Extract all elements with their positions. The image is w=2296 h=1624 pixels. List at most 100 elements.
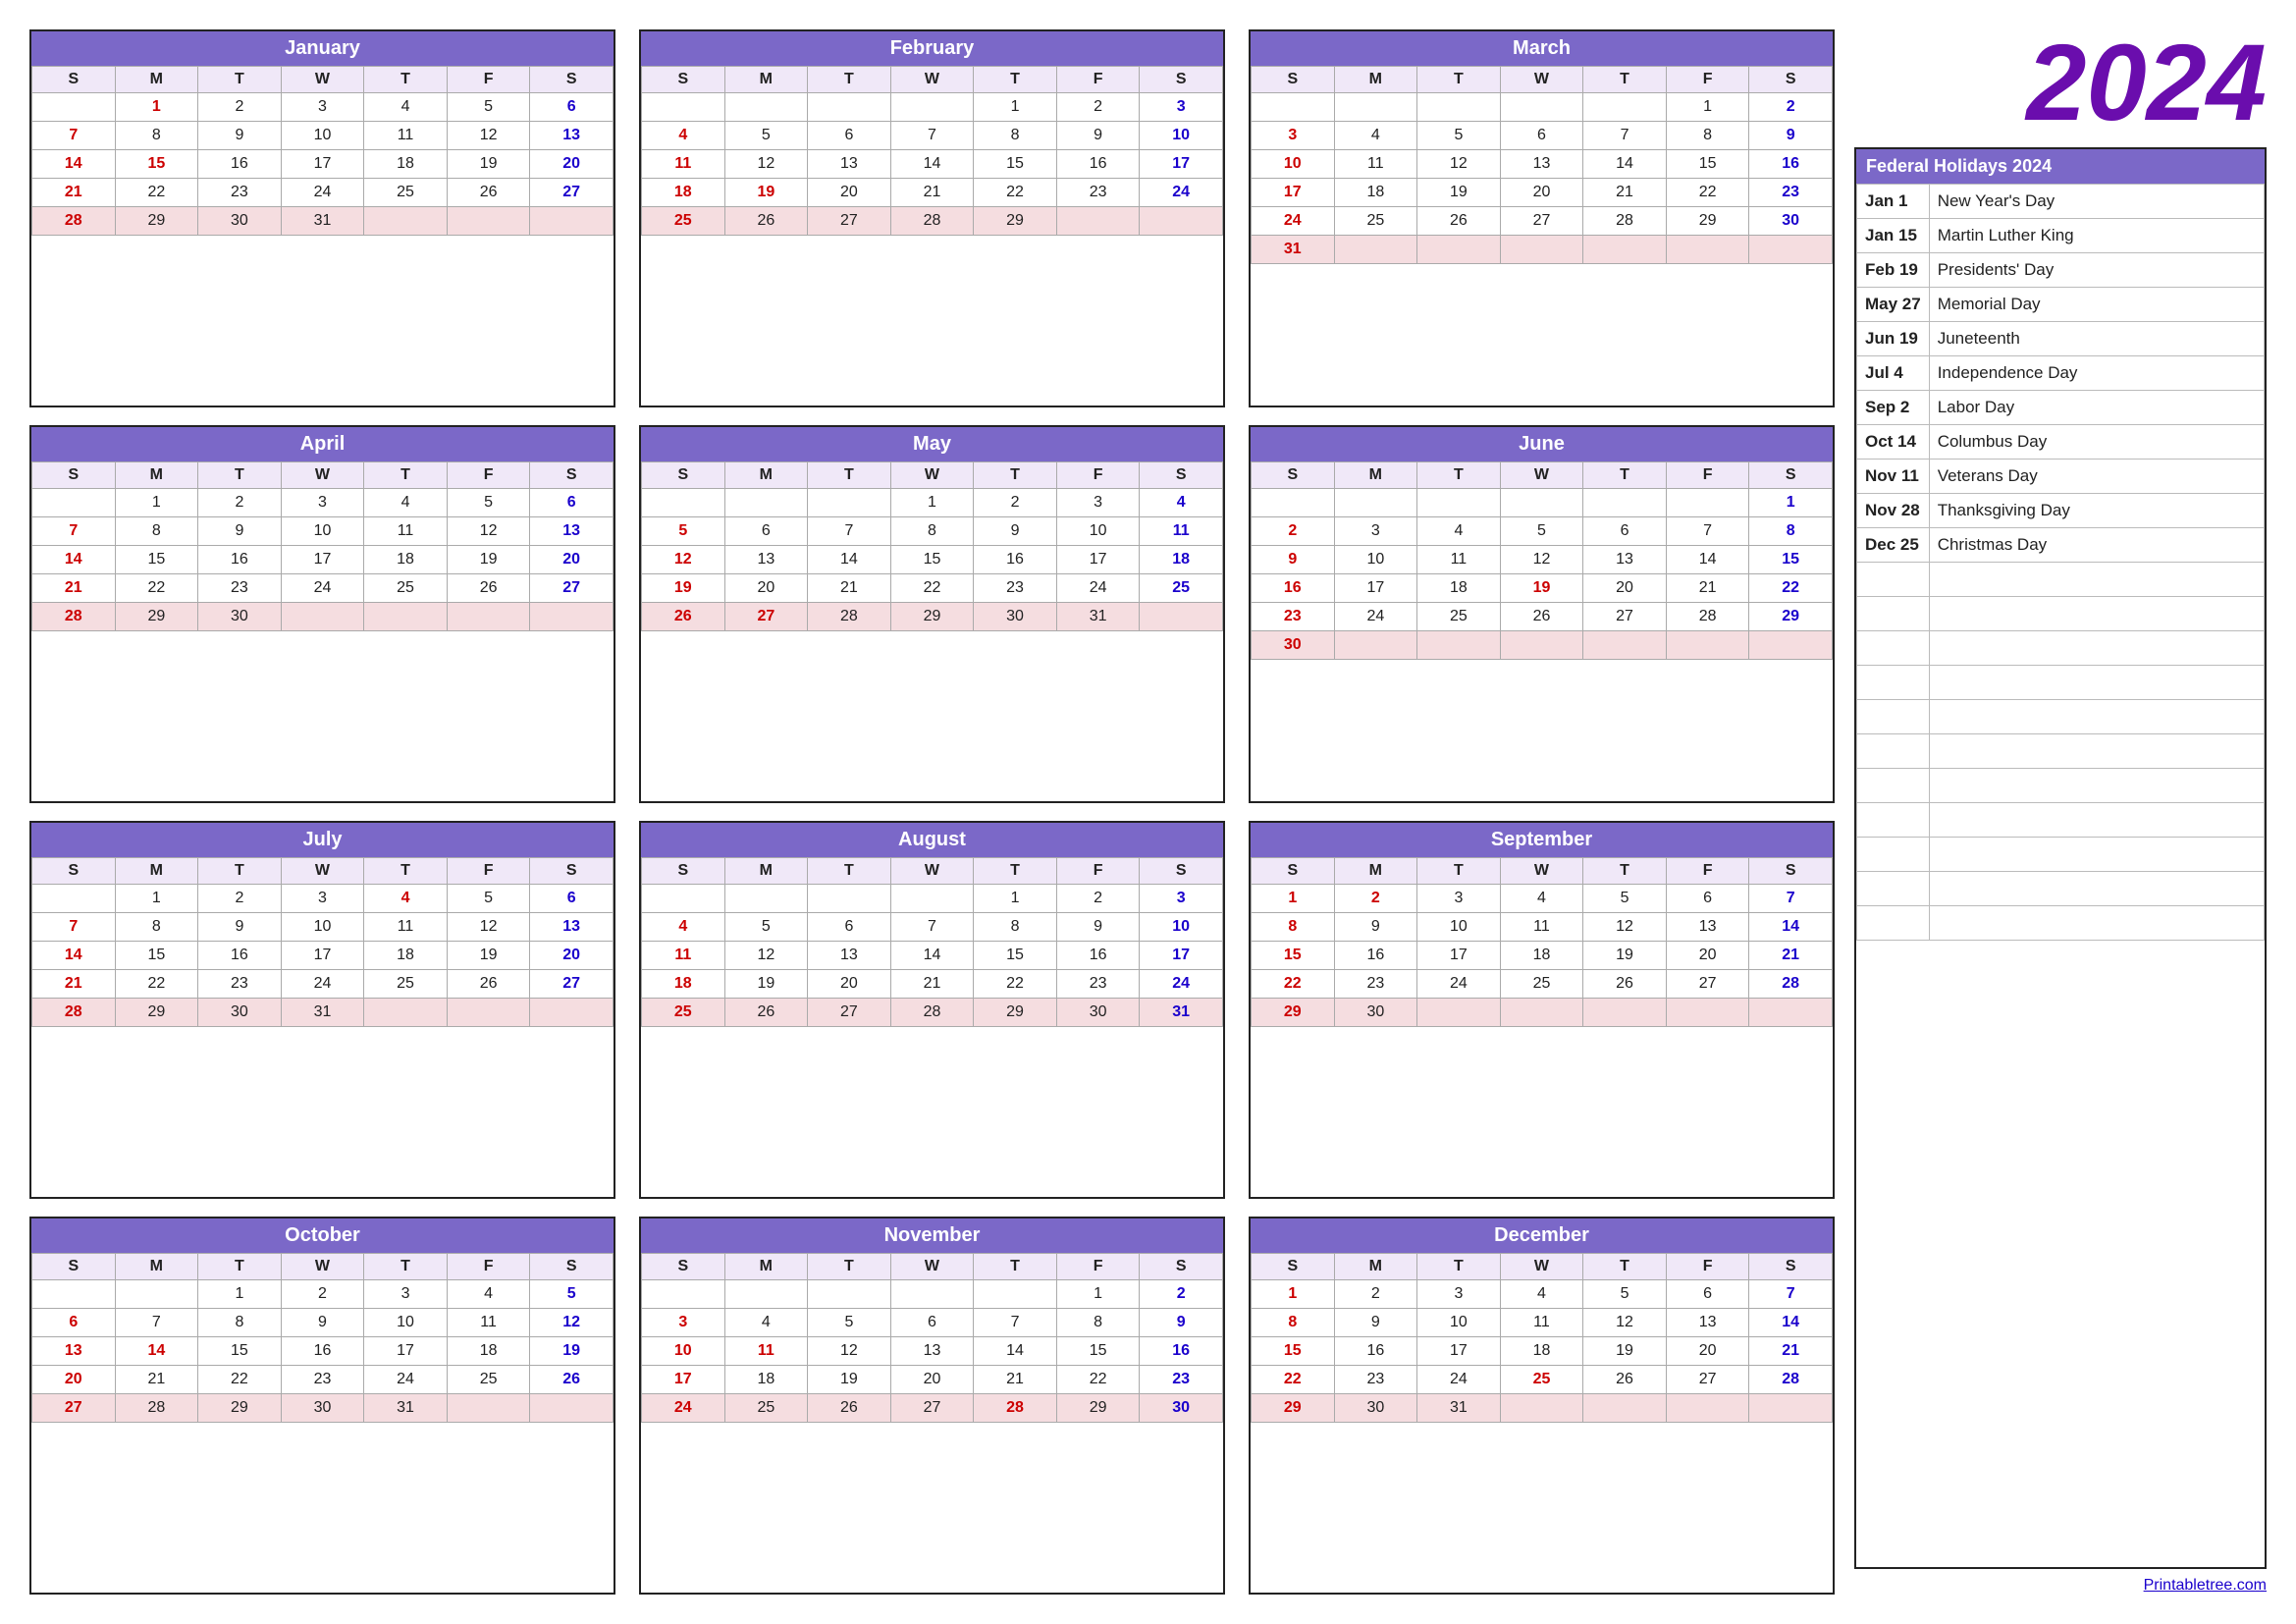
calendar-week-row: 12 [642, 1280, 1223, 1309]
calendar-day: 11 [1500, 1309, 1583, 1337]
day-header: S [1749, 1254, 1833, 1280]
calendar-week-row: 123 [642, 885, 1223, 913]
calendar-day: 30 [198, 999, 282, 1027]
calendar-day: 1 [890, 489, 974, 517]
calendar-day: 27 [32, 1394, 116, 1423]
calendar-day: 2 [281, 1280, 364, 1309]
day-header: M [724, 67, 808, 93]
calendar-day: 7 [1583, 122, 1667, 150]
calendar-day: 29 [115, 603, 198, 631]
calendar-october: OctoberSMTWTFS12345678910111213141516171… [29, 1217, 615, 1595]
calendar-day: 20 [1583, 574, 1667, 603]
day-header: F [1056, 1254, 1140, 1280]
holiday-date: Sep 2 [1857, 391, 1930, 425]
calendar-week-row: 30 [1252, 631, 1833, 660]
calendar-day: 1 [1749, 489, 1833, 517]
calendar-day [1417, 236, 1501, 264]
calendar-day: 10 [364, 1309, 448, 1337]
calendar-july: JulySMTWTFS12345678910111213141516171819… [29, 821, 615, 1199]
calendar-day: 10 [1417, 1309, 1501, 1337]
day-header: S [530, 858, 614, 885]
calendar-day [530, 207, 614, 236]
calendar-day: 25 [642, 207, 725, 236]
calendar-day: 5 [1583, 885, 1667, 913]
calendar-day [115, 1280, 198, 1309]
calendar-day: 22 [974, 970, 1057, 999]
calendar-day: 19 [724, 970, 808, 999]
calendar-day: 30 [974, 603, 1057, 631]
calendar-june: JuneSMTWTFS12345678910111213141516171819… [1249, 425, 1835, 803]
calendar-day: 4 [1500, 885, 1583, 913]
calendar-day: 18 [364, 942, 448, 970]
calendar-day: 5 [447, 885, 530, 913]
calendar-day: 31 [1056, 603, 1140, 631]
calendar-day [1500, 236, 1583, 264]
calendar-day: 13 [530, 913, 614, 942]
holiday-name: Christmas Day [1929, 528, 2264, 563]
calendar-day: 8 [115, 122, 198, 150]
holiday-row-empty [1857, 563, 2265, 597]
calendar-day: 8 [115, 913, 198, 942]
calendar-day: 15 [1749, 546, 1833, 574]
calendar-day: 2 [198, 489, 282, 517]
calendar-day: 9 [198, 913, 282, 942]
holiday-date: Jul 4 [1857, 356, 1930, 391]
calendar-day: 19 [808, 1366, 891, 1394]
holiday-date: Dec 25 [1857, 528, 1930, 563]
calendar-week-row: 78910111213 [32, 122, 614, 150]
calendar-day: 19 [1417, 179, 1501, 207]
calendar-day: 10 [1140, 913, 1223, 942]
footer-link[interactable]: Printabletree.com [1854, 1577, 2267, 1595]
calendar-week-row: 12 [1252, 93, 1833, 122]
calendar-day: 25 [364, 574, 448, 603]
calendar-week-row: 6789101112 [32, 1309, 614, 1337]
calendar-week-row: 293031 [1252, 1394, 1833, 1423]
calendar-day [1334, 489, 1417, 517]
day-header: M [724, 462, 808, 489]
calendar-day: 19 [1500, 574, 1583, 603]
calendar-day: 15 [198, 1337, 282, 1366]
calendar-day: 22 [1252, 1366, 1335, 1394]
calendar-day: 20 [1666, 942, 1749, 970]
holiday-row: Jan 1New Year's Day [1857, 185, 2265, 219]
calendar-day: 21 [32, 574, 116, 603]
calendar-day: 29 [115, 999, 198, 1027]
calendar-day [1417, 999, 1501, 1027]
calendar-week-row: 21222324252627 [32, 179, 614, 207]
calendar-table-october: SMTWTFS123456789101112131415161718192021… [31, 1253, 614, 1423]
day-header: S [642, 67, 725, 93]
day-header: M [115, 858, 198, 885]
holiday-row: May 27Memorial Day [1857, 288, 2265, 322]
calendar-day [808, 1280, 891, 1309]
holiday-row-empty [1857, 838, 2265, 872]
calendar-day: 7 [1666, 517, 1749, 546]
year-title: 2024 [1854, 29, 2267, 137]
holiday-row: Feb 19Presidents' Day [1857, 253, 2265, 288]
calendar-day: 19 [724, 179, 808, 207]
calendar-day [1334, 93, 1417, 122]
calendar-day: 26 [642, 603, 725, 631]
calendar-december: DecemberSMTWTFS1234567891011121314151617… [1249, 1217, 1835, 1595]
calendar-header-november: November [641, 1218, 1223, 1253]
calendar-day: 16 [198, 546, 282, 574]
day-header: W [281, 462, 364, 489]
holiday-row-empty [1857, 803, 2265, 838]
calendar-day: 9 [1140, 1309, 1223, 1337]
calendar-week-row: 28293031 [32, 999, 614, 1027]
calendar-day: 20 [32, 1366, 116, 1394]
holidays-header: Federal Holidays 2024 [1856, 149, 2265, 184]
calendar-day: 9 [1056, 122, 1140, 150]
calendar-day: 23 [281, 1366, 364, 1394]
day-header: F [1666, 462, 1749, 489]
calendar-day [447, 207, 530, 236]
calendar-day: 31 [1252, 236, 1335, 264]
calendar-day: 21 [115, 1366, 198, 1394]
calendar-day: 27 [808, 999, 891, 1027]
calendar-day [364, 999, 448, 1027]
calendar-day [1583, 631, 1667, 660]
calendar-day: 1 [1056, 1280, 1140, 1309]
calendar-day: 20 [890, 1366, 974, 1394]
calendar-week-row: 15161718192021 [1252, 1337, 1833, 1366]
day-header: W [281, 1254, 364, 1280]
calendar-day [808, 885, 891, 913]
